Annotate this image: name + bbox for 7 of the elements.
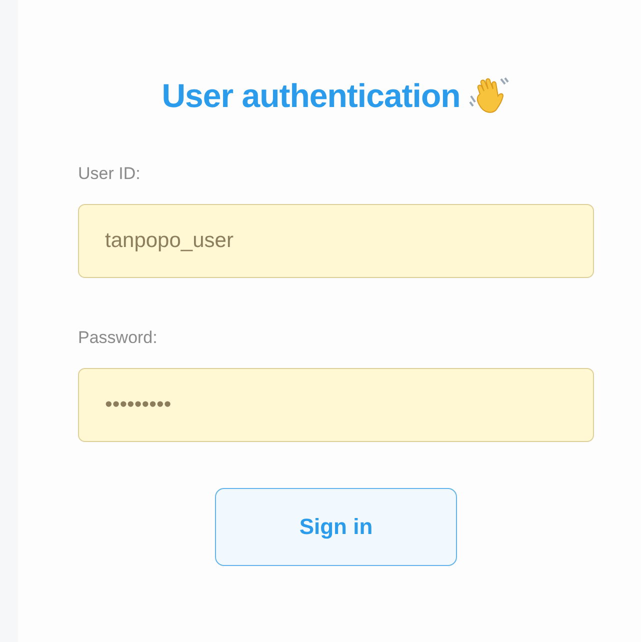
waving-hand-icon bbox=[468, 76, 510, 116]
input-field[interactable]: tanpopo_user bbox=[78, 204, 594, 278]
sign-in-button[interactable]: Sign in bbox=[215, 488, 457, 566]
field-label: User ID: bbox=[78, 164, 142, 184]
field-label: Password: bbox=[78, 328, 158, 348]
input-field[interactable]: ••••••••• bbox=[78, 368, 594, 442]
page-title: User authentication bbox=[162, 77, 460, 115]
